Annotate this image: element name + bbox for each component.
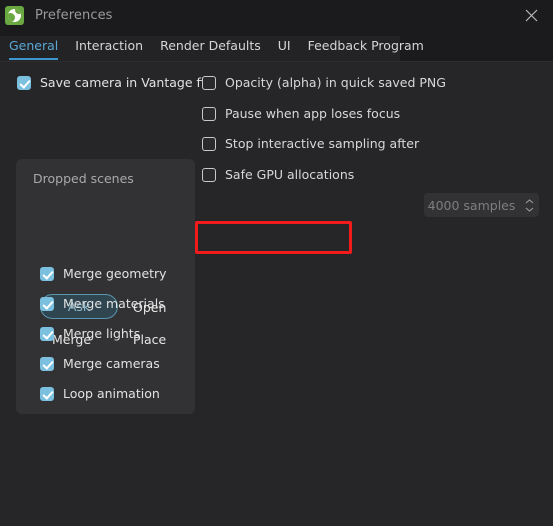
label-merge-cameras: Merge cameras [63, 356, 160, 371]
label-merge-lights: Merge lights [63, 326, 141, 341]
checkbox-merge-materials[interactable] [40, 296, 54, 311]
checkbox-row-stop-sampling[interactable]: Stop interactive sampling after [202, 136, 419, 151]
vantage-globe-icon [5, 6, 24, 25]
dropped-scenes-group: Dropped scenes Ask Open Merge Place Merg… [16, 159, 195, 414]
checkbox-row-loop-animation[interactable]: Loop animation [40, 386, 160, 401]
title-bar: Preferences [0, 0, 553, 31]
label-pause-on-focus-loss: Pause when app loses focus [225, 106, 401, 121]
label-loop-animation: Loop animation [63, 386, 160, 401]
checkbox-row-pause-on-focus-loss[interactable]: Pause when app loses focus [202, 106, 400, 121]
checkbox-row-safe-gpu-allocations[interactable]: Safe GPU allocations [202, 167, 354, 182]
checkbox-stop-sampling[interactable] [202, 136, 216, 151]
samples-spinner-value: 4000 samples [427, 197, 516, 213]
spinner-arrows[interactable] [523, 193, 539, 217]
close-icon[interactable] [509, 0, 553, 31]
checkbox-row-merge-lights[interactable]: Merge lights [40, 326, 140, 341]
tab-feedback-program[interactable]: Feedback Program [308, 36, 424, 58]
checkbox-save-camera[interactable] [17, 75, 31, 90]
highlight-annotation-safe-gpu-allocations [195, 221, 352, 254]
window-title: Preferences [35, 8, 113, 23]
tab-ui[interactable]: UI [278, 36, 291, 58]
checkbox-row-merge-cameras[interactable]: Merge cameras [40, 356, 160, 371]
checkbox-row-merge-materials[interactable]: Merge materials [40, 296, 165, 311]
checkbox-safe-gpu-allocations[interactable] [202, 167, 216, 182]
label-merge-materials: Merge materials [63, 296, 165, 311]
tab-render-defaults[interactable]: Render Defaults [160, 36, 261, 58]
chevron-up-icon [525, 198, 534, 203]
checkbox-row-merge-geometry[interactable]: Merge geometry [40, 266, 167, 281]
chevron-down-icon [525, 207, 534, 212]
label-merge-geometry: Merge geometry [63, 266, 167, 281]
checkbox-merge-lights[interactable] [40, 326, 54, 341]
tab-bar: General Interaction Render Defaults UI F… [0, 36, 441, 62]
label-safe-gpu-allocations: Safe GPU allocations [225, 167, 355, 182]
checkbox-merge-cameras[interactable] [40, 356, 54, 371]
tab-general[interactable]: General [9, 36, 59, 60]
label-stop-sampling: Stop interactive sampling after [225, 136, 420, 151]
general-tab-panel: Save camera in Vantage file Dropped scen… [0, 61, 553, 526]
label-opacity-png: Opacity (alpha) in quick saved PNG [225, 75, 446, 90]
checkbox-loop-animation[interactable] [40, 386, 54, 401]
checkbox-row-opacity-png[interactable]: Opacity (alpha) in quick saved PNG [202, 75, 446, 90]
label-save-camera: Save camera in Vantage file [40, 75, 216, 90]
checkbox-merge-geometry[interactable] [40, 266, 54, 281]
tab-interaction[interactable]: Interaction [75, 36, 143, 58]
dropped-scenes-title: Dropped scenes [33, 171, 134, 186]
preferences-window: Preferences General Interaction Render D… [0, 0, 553, 526]
checkbox-row-save-camera[interactable]: Save camera in Vantage file [17, 75, 216, 90]
checkbox-opacity-png[interactable] [202, 75, 216, 90]
samples-spinner[interactable]: 4000 samples [424, 193, 539, 217]
checkbox-pause-on-focus-loss[interactable] [202, 106, 216, 121]
